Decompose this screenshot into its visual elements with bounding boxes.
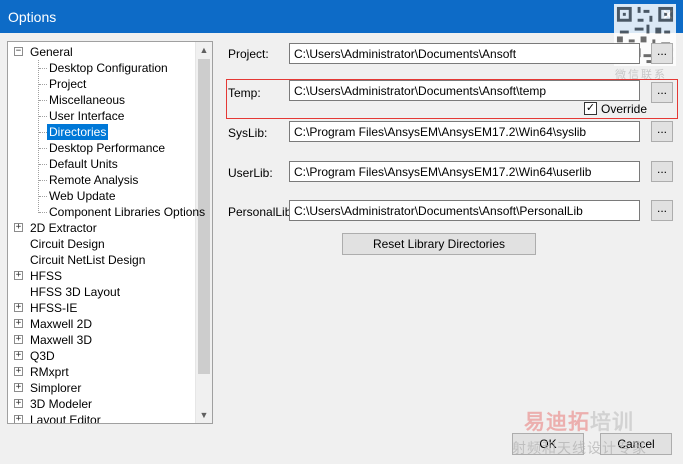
tree-connector-branch <box>39 164 47 165</box>
tree-item[interactable]: Directories <box>8 124 196 140</box>
scroll-down-arrow-icon[interactable]: ▼ <box>196 407 212 423</box>
tree-connector-branch <box>39 148 47 149</box>
tree-item[interactable]: Desktop Configuration <box>8 60 196 76</box>
tree-item-label: Desktop Configuration <box>49 61 168 75</box>
expand-plus-icon[interactable]: + <box>14 367 23 376</box>
tree-item[interactable]: + RMxprt <box>8 364 196 380</box>
tree-item[interactable]: Circuit NetList Design <box>8 252 196 268</box>
tree-item[interactable]: Miscellaneous <box>8 92 196 108</box>
tree-item-label: Project <box>49 77 87 91</box>
tree-item[interactable]: Desktop Performance <box>8 140 196 156</box>
userlib-label: UserLib: <box>228 166 273 180</box>
tree-item-label: User Interface <box>49 109 125 123</box>
ok-button[interactable]: OK <box>512 433 584 455</box>
tree-item[interactable]: User Interface <box>8 108 196 124</box>
brand-watermark-red: 易迪拓 <box>524 410 590 434</box>
tree-connector-branch <box>39 212 47 213</box>
tree-item[interactable]: Project <box>8 76 196 92</box>
tree-item-label: 2D Extractor <box>30 221 97 235</box>
expand-plus-icon[interactable]: + <box>14 319 23 328</box>
tree-connector-branch <box>39 100 47 101</box>
reset-library-directories-button[interactable]: Reset Library Directories <box>342 233 536 255</box>
tree-item-label: HFSS-IE <box>30 301 78 315</box>
tree-item-label: Component Libraries Options <box>49 205 206 219</box>
tree-item[interactable]: + Simplorer <box>8 380 196 396</box>
tree-item-label: Q3D <box>30 349 55 363</box>
tree-item-label: Layout Editor <box>30 413 101 424</box>
tree-item[interactable]: HFSS 3D Layout <box>8 284 196 300</box>
tree-item[interactable]: Circuit Design <box>8 236 196 252</box>
tree-item-label: Web Update <box>49 189 116 203</box>
tree-item-label: Directories <box>47 124 109 140</box>
brand-watermark-gray: 培训 <box>590 410 634 434</box>
userlib-path-field[interactable]: C:\Program Files\AnsysEM\AnsysEM17.2\Win… <box>289 161 640 182</box>
collapse-minus-icon[interactable]: − <box>14 47 23 56</box>
tree-item-label: RMxprt <box>30 365 69 379</box>
override-checkbox[interactable]: ✓ <box>584 102 597 115</box>
tree-item[interactable]: Component Libraries Options <box>8 204 205 220</box>
personallib-browse-button[interactable]: ... <box>651 200 673 221</box>
window-title: Options <box>8 9 57 25</box>
tree-item-label: Default Units <box>49 157 118 171</box>
project-path-field[interactable]: C:\Users\Administrator\Documents\Ansoft <box>289 43 640 64</box>
project-label: Project: <box>228 47 269 61</box>
syslib-path-field[interactable]: C:\Program Files\AnsysEM\AnsysEM17.2\Win… <box>289 121 640 142</box>
cancel-button[interactable]: Cancel <box>600 433 672 455</box>
tree-connector-branch <box>39 116 47 117</box>
expand-plus-icon[interactable]: + <box>14 415 23 423</box>
title-bar: Options ✕ <box>0 0 683 33</box>
tree-scrollbar[interactable]: ▲ ▼ <box>195 42 212 423</box>
scroll-up-arrow-icon[interactable]: ▲ <box>196 42 212 58</box>
temp-path-field[interactable]: C:\Users\Administrator\Documents\Ansoft\… <box>289 80 640 101</box>
expand-plus-icon[interactable]: + <box>14 399 23 408</box>
tree-item[interactable]: Web Update <box>8 188 196 204</box>
tree-item-label: HFSS 3D Layout <box>30 285 121 299</box>
tree-item[interactable]: Remote Analysis <box>8 172 196 188</box>
tree-item-label: Maxwell 2D <box>30 317 93 331</box>
tree-item-label: Desktop Performance <box>49 141 166 155</box>
project-browse-button[interactable]: ... <box>651 43 673 64</box>
options-tree[interactable]: ▲ ▼ − General Desktop Configuration Project… <box>7 41 213 424</box>
tree-item[interactable]: + Maxwell 2D <box>8 316 196 332</box>
tree-item[interactable]: + Maxwell 3D <box>8 332 196 348</box>
tree-connector-branch <box>39 132 47 133</box>
override-label: Override <box>601 102 648 116</box>
tree-item-label: Simplorer <box>30 381 82 395</box>
temp-browse-button[interactable]: ... <box>651 82 673 103</box>
tree-item[interactable]: + HFSS-IE <box>8 300 196 316</box>
tree-item[interactable]: +3D Modeler <box>8 396 196 412</box>
tree-item[interactable]: + Q3D <box>8 348 196 364</box>
tree-item-label: Maxwell 3D <box>30 333 93 347</box>
expand-plus-icon[interactable]: + <box>14 303 23 312</box>
brand-watermark: 易迪拓培训 <box>524 406 634 436</box>
tree-item-label: Remote Analysis <box>49 173 139 187</box>
expand-plus-icon[interactable]: + <box>14 223 23 232</box>
tree-item-label: 3D Modeler <box>30 397 93 411</box>
tree-connector-branch <box>39 180 47 181</box>
userlib-browse-button[interactable]: ... <box>651 161 673 182</box>
tree-item[interactable]: Default Units <box>8 156 196 172</box>
expand-plus-icon[interactable]: + <box>14 383 23 392</box>
tree-item[interactable]: − General <box>8 44 196 60</box>
tree-connector-branch <box>39 84 47 85</box>
tree-item-label: Circuit NetList Design <box>30 253 146 267</box>
expand-plus-icon[interactable]: + <box>14 335 23 344</box>
tree-item-label: HFSS <box>30 269 63 283</box>
personallib-label: PersonalLib: <box>228 205 295 219</box>
tree-item-label: General <box>30 45 73 59</box>
tree-item[interactable]: +2D Extractor <box>8 220 196 236</box>
tree-connector-branch <box>39 196 47 197</box>
tree-item[interactable]: + Layout Editor <box>8 412 196 424</box>
expand-plus-icon[interactable]: + <box>14 351 23 360</box>
tree-connector-branch <box>39 68 47 69</box>
tree-item-label: Miscellaneous <box>49 93 126 107</box>
tree-item[interactable]: + HFSS <box>8 268 196 284</box>
expand-plus-icon[interactable]: + <box>14 271 23 280</box>
syslib-browse-button[interactable]: ... <box>651 121 673 142</box>
temp-label: Temp: <box>228 86 261 100</box>
tree-item-label: Circuit Design <box>30 237 105 251</box>
syslib-label: SysLib: <box>228 126 268 140</box>
personallib-path-field[interactable]: C:\Users\Administrator\Documents\Ansoft\… <box>289 200 640 221</box>
